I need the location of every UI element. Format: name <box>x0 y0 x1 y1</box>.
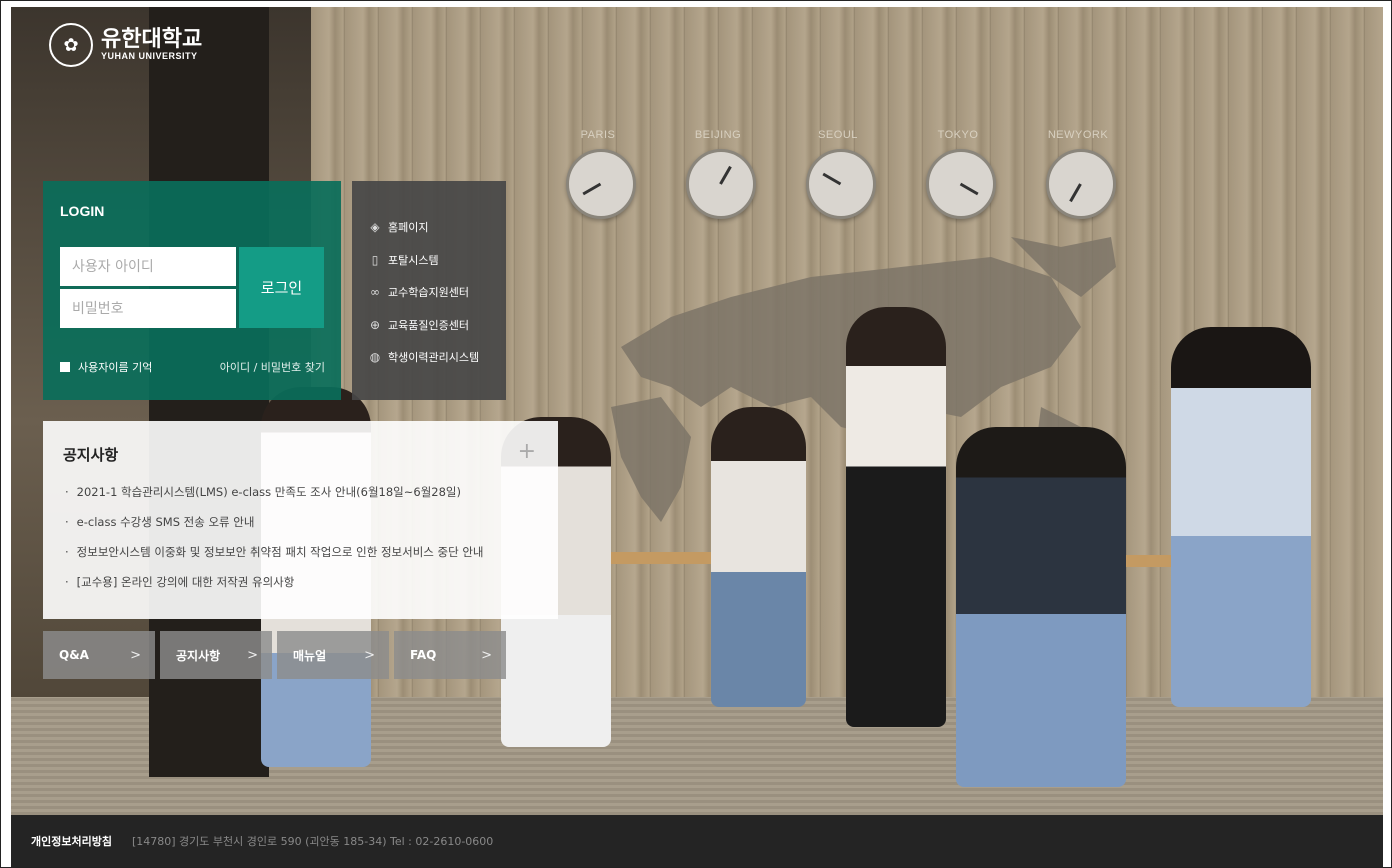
link-icon: ∞ <box>370 285 380 300</box>
quick-links-panel: ◈ 홈페이지 ▯ 포탈시스템 ∞ 교수학습지원센터 ⊕ 교육품질인증센터 ◍ 학… <box>352 181 506 400</box>
clock-paris <box>566 149 636 219</box>
link-portal[interactable]: ▯ 포탈시스템 <box>352 244 506 277</box>
logo-name-ko: 유한대학교 <box>101 27 203 52</box>
tab-qna[interactable]: Q&A > <box>43 631 155 679</box>
crosshair-icon: ⊕ <box>369 317 381 332</box>
remember-username-checkbox[interactable]: 사용자이름 기억 <box>60 359 152 375</box>
chevron-right-icon: > <box>247 647 258 663</box>
university-logo[interactable]: ✿ 유한대학교 YUHAN UNIVERSITY <box>49 23 202 67</box>
clock-tokyo <box>926 149 996 219</box>
notice-item[interactable]: e-class 수강생 SMS 전송 오류 안내 <box>65 509 484 539</box>
clock-label-newyork: NEWYORK <box>1047 129 1109 141</box>
chevron-right-icon: > <box>130 647 141 663</box>
emblem-icon: ✿ <box>49 23 93 67</box>
tab-label: FAQ <box>410 648 437 662</box>
clock-label-beijing: BEIJING <box>694 129 742 141</box>
checkbox-icon[interactable] <box>60 362 70 372</box>
chevron-right-icon: > <box>481 647 492 663</box>
notice-title: 공지사항 <box>63 446 119 464</box>
chevron-right-icon: > <box>364 647 375 663</box>
page-frame: PARIS BEIJING SEOUL TOKYO NEWYORK ✿ 유한대학… <box>0 0 1392 868</box>
background-photo: PARIS BEIJING SEOUL TOKYO NEWYORK <box>11 7 1383 815</box>
tab-label: Q&A <box>59 648 89 662</box>
link-label: 홈페이지 <box>388 221 429 235</box>
tab-faq[interactable]: FAQ > <box>394 631 506 679</box>
clock-seoul <box>806 149 876 219</box>
notice-item[interactable]: [교수용] 온라인 강의에 대한 저작권 유의사항 <box>65 569 484 599</box>
clock-newyork <box>1046 149 1116 219</box>
login-panel: LOGIN 로그인 사용자이름 기억 아이디 / 비밀번호 찾기 <box>43 181 341 400</box>
link-student-record[interactable]: ◍ 학생이력관리시스템 <box>352 341 506 374</box>
tab-notice[interactable]: 공지사항 > <box>160 631 272 679</box>
link-teaching-center[interactable]: ∞ 교수학습지원센터 <box>352 276 506 309</box>
privacy-policy-link[interactable]: 개인정보처리방침 <box>31 833 112 849</box>
footer-address: [14780] 경기도 부천시 경인로 590 (괴안동 185-34) Tel… <box>131 835 494 848</box>
login-button[interactable]: 로그인 <box>239 247 324 328</box>
notice-item[interactable]: 2021-1 학습관리시스템(LMS) e-class 만족도 조사 안내(6월… <box>65 479 484 509</box>
link-homepage[interactable]: ◈ 홈페이지 <box>352 211 506 244</box>
clock-label-tokyo: TOKYO <box>937 129 979 141</box>
remember-username-label: 사용자이름 기억 <box>78 361 153 374</box>
globe-icon: ◍ <box>369 350 381 365</box>
link-label: 교수학습지원센터 <box>388 286 469 300</box>
find-id-password-link[interactable]: 아이디 / 비밀번호 찾기 <box>220 359 325 375</box>
notice-more-button[interactable]: + <box>518 439 536 464</box>
notice-list: 2021-1 학습관리시스템(LMS) e-class 만족도 조사 안내(6월… <box>65 479 484 599</box>
link-quality-center[interactable]: ⊕ 교육품질인증센터 <box>352 309 506 342</box>
quick-tabs: Q&A > 공지사항 > 매뉴얼 > FAQ > <box>43 631 506 679</box>
clock-label-seoul: SEOUL <box>818 129 858 141</box>
clock-beijing <box>686 149 756 219</box>
clock-label-paris: PARIS <box>580 129 616 141</box>
notice-item[interactable]: 정보보안시스템 이중화 및 정보보안 취약점 패치 작업으로 인한 정보서비스 … <box>65 539 484 569</box>
notice-panel: 공지사항 + 2021-1 학습관리시스템(LMS) e-class 만족도 조… <box>43 421 558 619</box>
link-label: 교육품질인증센터 <box>388 318 469 332</box>
login-title: LOGIN <box>60 203 105 219</box>
footer: 개인정보처리방침 [14780] 경기도 부천시 경인로 590 (괴안동 18… <box>11 815 1383 867</box>
document-icon: ▯ <box>371 252 379 267</box>
link-label: 포탈시스템 <box>388 253 439 267</box>
tab-label: 매뉴얼 <box>293 648 327 663</box>
password-input[interactable] <box>60 289 236 328</box>
tab-label: 공지사항 <box>176 648 221 663</box>
tab-manual[interactable]: 매뉴얼 > <box>277 631 389 679</box>
user-id-input[interactable] <box>60 247 236 286</box>
logo-name-en: YUHAN UNIVERSITY <box>101 51 198 61</box>
layers-icon: ◈ <box>370 220 380 235</box>
link-label: 학생이력관리시스템 <box>388 351 480 365</box>
